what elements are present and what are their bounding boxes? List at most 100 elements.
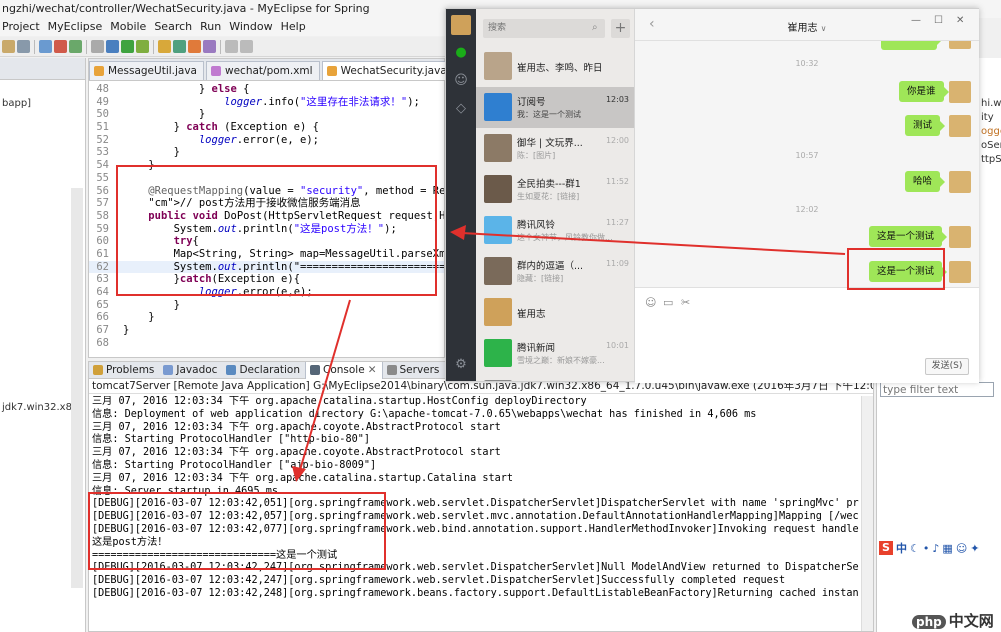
message-input[interactable] [643,314,963,354]
line-number: 58 [96,209,109,222]
tree-item[interactable]: jdk7.win32.x86 [2,402,78,413]
scrollbar[interactable] [71,188,83,588]
new-package-icon[interactable] [158,40,171,53]
open-type-icon[interactable] [188,40,201,53]
conversation-name: 崔用志、李鸣、昨日の星... [517,63,602,74]
build-icon[interactable] [91,40,104,53]
conversation-item[interactable]: 御华 | 文玩界... 陈：[图片] 12:00 [476,128,634,169]
chat-panel: ‹ 崔用志 ∨ — ☐ ✕ 10:32 你是谁 测试 10:57 哈哈 12:0… [635,9,979,383]
menu-help[interactable]: Help [279,18,312,36]
code-line: 54 } [89,159,444,172]
message-bubble[interactable]: 这是一个测试 [869,226,948,247]
message-bubble[interactable]: 你是谁 [899,81,948,102]
conversation-item[interactable]: 崔用志 [476,292,634,333]
punctuation-icon[interactable]: • [923,542,930,555]
search-icon[interactable] [203,40,216,53]
send-button[interactable]: 发送(S) [925,358,969,375]
conversation-time: 11:27 [605,218,629,227]
conversation-item[interactable]: 群内的逗逼（... 隐藏：[链接] 11:09 [476,251,634,292]
search-input[interactable] [483,19,605,38]
emoji-icon[interactable]: ☺ [645,296,656,309]
outline-item[interactable]: oSer [981,140,1001,151]
server-icon[interactable] [39,40,52,53]
save-icon[interactable] [17,40,30,53]
new-class-icon[interactable] [173,40,186,53]
skin-icon[interactable]: ✦ [970,542,979,555]
menu-window[interactable]: Window [227,18,278,36]
contacts-icon[interactable]: ☺ [453,73,469,89]
conversation-time: 12:00 [605,136,629,145]
console-output[interactable]: 三月 07, 2016 12:03:34 下午 org.apache.catal… [92,396,859,631]
external-tools-icon[interactable] [136,40,149,53]
menu-mobile[interactable]: Mobile [108,18,152,36]
conversation-item[interactable]: 全民拍卖---群1 生如夏花：[链接] 11:52 [476,169,634,210]
line-number: 50 [96,108,109,121]
avatar[interactable] [451,15,471,35]
folder-icon[interactable]: ▭ [663,296,673,309]
conversation-item[interactable]: 腾讯新闻 雪境之巅：新娘不嫁豪... 10:01 [476,333,634,374]
ime-toolbar: S 中 ☾ • ♪ ▦ ☺ ✦ [876,540,1001,556]
code-line: 55 [89,172,444,185]
new-icon[interactable] [2,40,15,53]
tab-pom-xml[interactable]: wechat/pom.xml [206,61,320,80]
mic-icon[interactable]: ♪ [932,542,939,555]
chat-icon[interactable]: ● [453,45,469,61]
back-icon[interactable] [225,40,238,53]
moon-icon[interactable]: ☾ [910,542,920,555]
filter-input[interactable] [880,382,994,397]
code-text: "cm">// post方法用于接收微信服务端消息 [148,197,361,210]
keyboard-icon[interactable]: ▦ [942,542,952,555]
conversation-item[interactable]: 工人的音乐 [476,374,634,381]
minimize-icon[interactable]: — [911,15,921,26]
message-bubble[interactable]: 测试 [905,115,946,136]
menu-myeclipse[interactable]: MyEclipse [46,18,109,36]
tab-declaration[interactable]: Declaration [222,362,305,379]
tree-item[interactable]: bapp] [2,98,31,109]
run-icon[interactable] [121,40,134,53]
conversation-preview: 生如夏花：[链接] [517,192,580,201]
code-area[interactable]: 48 } else {49 logger.info("这里存在非法请求！"); 5… [89,83,444,357]
browser-icon[interactable] [69,40,82,53]
chat-title[interactable]: 崔用志 ∨ [635,19,979,34]
message-bubble[interactable]: 哈哈 [905,171,946,192]
menu-project[interactable]: Project [0,18,46,36]
javadoc-icon [163,365,174,375]
scissors-icon[interactable]: ✂ [681,296,690,309]
deploy-icon[interactable] [54,40,67,53]
tab-javadoc[interactable]: Javadoc [159,362,222,379]
code-text: try{ [173,235,199,248]
sogou-icon[interactable]: S [879,541,893,555]
debug-icon[interactable] [106,40,119,53]
conversation-item[interactable]: 腾讯风铃 这个女神节，风铃教你做... 11:27 [476,210,634,251]
tab-console[interactable]: Console ✕ [305,361,383,379]
message-bubble[interactable]: 这是一个测试 [869,261,948,282]
favorites-icon[interactable]: ◇ [453,101,469,117]
toolbar-separator [34,39,35,54]
tab-problems[interactable]: Problems [89,362,159,379]
code-line: 51 } catch (Exception e) { [89,121,444,134]
close-icon[interactable]: ✕ [956,15,964,26]
chevron-down-icon: ∨ [820,24,827,33]
tab-messageutil[interactable]: MessageUtil.java [89,61,204,80]
add-button[interactable]: + [611,19,630,38]
tab-servers[interactable]: Servers [383,362,445,379]
code-line: 61 Map<String, String> map=MessageUtil.p… [89,248,444,261]
outline-item[interactable]: ttpSe [981,154,1001,165]
line-number: 62 [96,260,109,273]
outline-item[interactable]: hi.w [981,98,1001,109]
conversation-item[interactable]: 订阅号 我：这是一个测试 12:03 [476,87,634,128]
ime-mode[interactable]: 中 [896,540,907,556]
menu-search[interactable]: Search [152,18,198,36]
close-icon[interactable]: ✕ [368,362,377,379]
outline-item[interactable]: ogge [981,126,1001,137]
conversation-item[interactable]: 崔用志、李鸣、昨日の星... [476,46,634,87]
settings-icon[interactable]: ⚙ [453,357,469,373]
outline-item[interactable]: ity [981,112,994,123]
code-text: } [123,146,180,159]
forward-icon[interactable] [240,40,253,53]
line-number: 64 [96,286,109,298]
maximize-icon[interactable]: ☐ [934,15,943,26]
menu-run[interactable]: Run [198,18,227,36]
user-icon[interactable]: ☺ [956,542,967,555]
scrollbar[interactable] [861,396,873,631]
